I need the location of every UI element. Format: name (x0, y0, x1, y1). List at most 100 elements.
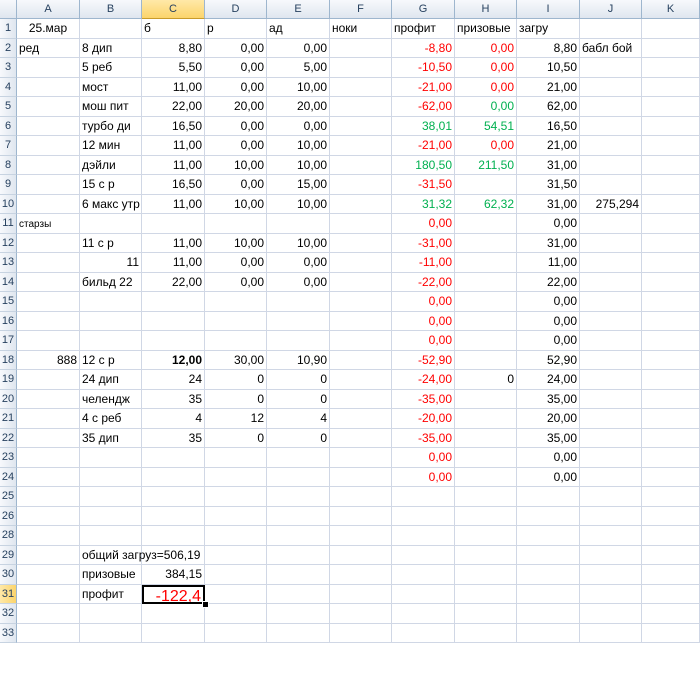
cell-e1[interactable]: ад (267, 19, 330, 39)
cell-h23[interactable] (455, 448, 517, 468)
cell-j2[interactable]: бабл бой (580, 38, 642, 58)
cell-k28[interactable] (642, 526, 700, 546)
cell-c24[interactable] (142, 467, 205, 487)
cell-f1[interactable]: ноки (330, 19, 392, 39)
row-header-29[interactable]: 29 (0, 545, 17, 565)
row-header-9[interactable]: 9 (0, 175, 17, 195)
cell-a22[interactable] (17, 428, 80, 448)
cell-a23[interactable] (17, 448, 80, 468)
row-header-33[interactable]: 33 (0, 623, 17, 643)
cell-b14[interactable]: бильд 22 (80, 272, 142, 292)
cell-i10[interactable]: 31,00 (517, 194, 580, 214)
cell-d9[interactable]: 0,00 (205, 175, 267, 195)
cell-e18[interactable]: 10,90 (267, 350, 330, 370)
cell-d24[interactable] (205, 467, 267, 487)
cell-h3[interactable]: 0,00 (455, 58, 517, 78)
cell-b33[interactable] (80, 623, 142, 643)
row-header-32[interactable]: 32 (0, 604, 17, 624)
cell-g28[interactable] (392, 526, 455, 546)
cell-f8[interactable] (330, 155, 392, 175)
cell-h11[interactable] (455, 214, 517, 234)
cell-g1[interactable]: профит (392, 19, 455, 39)
cell-h7[interactable]: 0,00 (455, 136, 517, 156)
cell-f23[interactable] (330, 448, 392, 468)
cell-c17[interactable] (142, 331, 205, 351)
cell-a30[interactable] (17, 565, 80, 585)
cell-j17[interactable] (580, 331, 642, 351)
cell-b15[interactable] (80, 292, 142, 312)
cell-d19[interactable]: 0 (205, 370, 267, 390)
cell-h16[interactable] (455, 311, 517, 331)
cell-j32[interactable] (580, 604, 642, 624)
cell-j19[interactable] (580, 370, 642, 390)
cell-i9[interactable]: 31,50 (517, 175, 580, 195)
cell-h29[interactable] (455, 545, 517, 565)
cell-f2[interactable] (330, 38, 392, 58)
cell-b18[interactable]: 12 с р (80, 350, 142, 370)
row-header-2[interactable]: 2 (0, 38, 17, 58)
cell-j28[interactable] (580, 526, 642, 546)
cell-c6[interactable]: 16,50 (142, 116, 205, 136)
cell-a18[interactable]: 888 (17, 350, 80, 370)
cell-j4[interactable] (580, 77, 642, 97)
cell-e3[interactable]: 5,00 (267, 58, 330, 78)
cell-f19[interactable] (330, 370, 392, 390)
cell-h33[interactable] (455, 623, 517, 643)
cell-e16[interactable] (267, 311, 330, 331)
cell-k3[interactable] (642, 58, 700, 78)
cell-h2[interactable]: 0,00 (455, 38, 517, 58)
cell-c28[interactable] (142, 526, 205, 546)
cell-a33[interactable] (17, 623, 80, 643)
cell-f24[interactable] (330, 467, 392, 487)
cell-f22[interactable] (330, 428, 392, 448)
cell-i6[interactable]: 16,50 (517, 116, 580, 136)
cell-i4[interactable]: 21,00 (517, 77, 580, 97)
cell-a7[interactable] (17, 136, 80, 156)
cell-c25[interactable] (142, 487, 205, 507)
cell-f28[interactable] (330, 526, 392, 546)
cell-b16[interactable] (80, 311, 142, 331)
row-header-7[interactable]: 7 (0, 136, 17, 156)
cell-i31[interactable] (517, 584, 580, 604)
cell-d28[interactable] (205, 526, 267, 546)
cell-j8[interactable] (580, 155, 642, 175)
cell-i22[interactable]: 35,00 (517, 428, 580, 448)
cell-f3[interactable] (330, 58, 392, 78)
cell-k32[interactable] (642, 604, 700, 624)
cell-d11[interactable] (205, 214, 267, 234)
cell-i32[interactable] (517, 604, 580, 624)
cell-a2[interactable]: ред (17, 38, 80, 58)
cell-e26[interactable] (267, 506, 330, 526)
cell-g24[interactable]: 0,00 (392, 467, 455, 487)
cell-g8[interactable]: 180,50 (392, 155, 455, 175)
column-header-a[interactable]: A (17, 0, 80, 19)
cell-k20[interactable] (642, 389, 700, 409)
row-header-24[interactable]: 24 (0, 467, 17, 487)
cell-e23[interactable] (267, 448, 330, 468)
cell-g23[interactable]: 0,00 (392, 448, 455, 468)
cell-f12[interactable] (330, 233, 392, 253)
cell-j10[interactable]: 275,294 (580, 194, 642, 214)
row-header-13[interactable]: 13 (0, 253, 17, 273)
cell-d33[interactable] (205, 623, 267, 643)
cell-k19[interactable] (642, 370, 700, 390)
cell-k11[interactable] (642, 214, 700, 234)
cell-b11[interactable] (80, 214, 142, 234)
cell-c5[interactable]: 22,00 (142, 97, 205, 117)
cell-f33[interactable] (330, 623, 392, 643)
cell-b5[interactable]: мош пит (80, 97, 142, 117)
cell-c1[interactable]: б (142, 19, 205, 39)
cell-f4[interactable] (330, 77, 392, 97)
row-header-21[interactable]: 21 (0, 409, 17, 429)
cell-e2[interactable]: 0,00 (267, 38, 330, 58)
cell-b20[interactable]: челендж (80, 389, 142, 409)
cell-i17[interactable]: 0,00 (517, 331, 580, 351)
cell-h8[interactable]: 211,50 (455, 155, 517, 175)
cell-j7[interactable] (580, 136, 642, 156)
cell-k30[interactable] (642, 565, 700, 585)
cell-i8[interactable]: 31,00 (517, 155, 580, 175)
cell-h32[interactable] (455, 604, 517, 624)
cell-e30[interactable] (267, 565, 330, 585)
cell-d15[interactable] (205, 292, 267, 312)
cell-h25[interactable] (455, 487, 517, 507)
